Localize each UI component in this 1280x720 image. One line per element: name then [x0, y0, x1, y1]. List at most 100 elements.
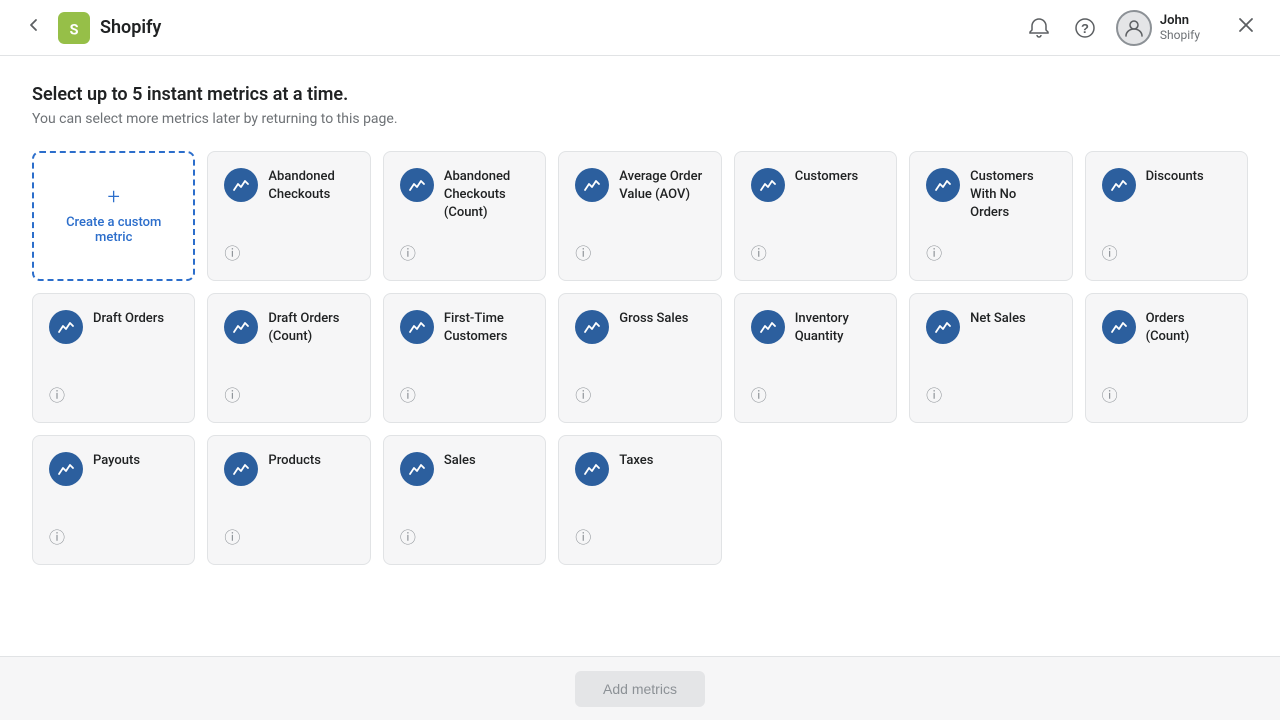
- metric-icon: [400, 168, 434, 202]
- metric-card-draft-orders[interactable]: Draft Orders ⓘ: [32, 293, 195, 423]
- metric-icon: [751, 310, 785, 344]
- info-icon[interactable]: ⓘ: [400, 524, 416, 548]
- metric-card-gross-sales[interactable]: Gross Sales ⓘ: [558, 293, 721, 423]
- metric-card-top: Draft Orders: [49, 310, 178, 344]
- metric-card-discounts[interactable]: Discounts ⓘ: [1085, 151, 1248, 281]
- metric-card-bottom: ⓘ: [1102, 240, 1231, 264]
- metric-card-bottom: ⓘ: [224, 240, 353, 264]
- metric-card-abandoned-checkouts-count[interactable]: Abandoned Checkouts (Count) ⓘ: [383, 151, 546, 281]
- question-circle-icon: ?: [1074, 17, 1096, 39]
- metric-icon: [575, 452, 609, 486]
- metric-icon: [49, 452, 83, 486]
- metric-name: Average Order Value (AOV): [619, 168, 704, 204]
- create-custom-metric-card[interactable]: + Create a custom metric: [32, 151, 195, 281]
- app-name: Shopify: [100, 17, 161, 38]
- chevron-left-icon: [24, 15, 44, 35]
- info-icon[interactable]: ⓘ: [224, 240, 240, 264]
- metric-card-products[interactable]: Products ⓘ: [207, 435, 370, 565]
- metric-name: Products: [268, 452, 353, 470]
- metric-icon: [224, 452, 258, 486]
- info-icon[interactable]: ⓘ: [575, 382, 591, 406]
- metric-card-top: Customers With No Orders: [926, 168, 1055, 223]
- metric-card-draft-orders-count[interactable]: Draft Orders (Count) ⓘ: [207, 293, 370, 423]
- metric-card-customers-no-orders[interactable]: Customers With No Orders ⓘ: [909, 151, 1072, 281]
- info-icon[interactable]: ⓘ: [575, 524, 591, 548]
- page-title: Select up to 5 instant metrics at a time…: [32, 84, 1248, 105]
- metric-name: Discounts: [1146, 168, 1231, 186]
- metric-card-bottom: ⓘ: [751, 240, 880, 264]
- user-name: John: [1160, 13, 1200, 29]
- info-icon[interactable]: ⓘ: [224, 382, 240, 406]
- metric-card-bottom: ⓘ: [224, 382, 353, 406]
- metric-card-inventory-quantity[interactable]: Inventory Quantity ⓘ: [734, 293, 897, 423]
- back-button[interactable]: [20, 11, 48, 44]
- info-icon[interactable]: ⓘ: [224, 524, 240, 548]
- metrics-grid: + Create a custom metric Abandoned Check…: [32, 151, 1248, 565]
- metric-card-net-sales[interactable]: Net Sales ⓘ: [909, 293, 1072, 423]
- metric-name: Sales: [444, 452, 529, 470]
- page-footer: Add metrics: [0, 656, 1280, 720]
- metric-card-top: Gross Sales: [575, 310, 704, 344]
- close-icon: [1236, 15, 1256, 35]
- metric-card-sales[interactable]: Sales ⓘ: [383, 435, 546, 565]
- metric-card-bottom: ⓘ: [49, 382, 178, 406]
- metric-card-bottom: ⓘ: [1102, 382, 1231, 406]
- metric-icon: [224, 310, 258, 344]
- metric-icon: [1102, 310, 1136, 344]
- user-menu[interactable]: John Shopify: [1116, 10, 1200, 46]
- metric-name: Orders (Count): [1146, 310, 1231, 346]
- metric-name: Draft Orders: [93, 310, 178, 328]
- metric-card-top: Net Sales: [926, 310, 1055, 344]
- metric-card-top: Taxes: [575, 452, 704, 486]
- metric-name: First-Time Customers: [444, 310, 529, 346]
- info-icon[interactable]: ⓘ: [400, 382, 416, 406]
- metric-card-payouts[interactable]: Payouts ⓘ: [32, 435, 195, 565]
- app-header: S Shopify ? John Sho: [0, 0, 1280, 56]
- metric-card-top: First-Time Customers: [400, 310, 529, 346]
- metric-icon: [224, 168, 258, 202]
- metric-icon: [575, 168, 609, 202]
- info-icon[interactable]: ⓘ: [926, 382, 942, 406]
- info-icon[interactable]: ⓘ: [926, 240, 942, 264]
- user-shop: Shopify: [1160, 28, 1200, 42]
- metric-card-top: Abandoned Checkouts: [224, 168, 353, 204]
- user-avatar: [1116, 10, 1152, 46]
- info-icon[interactable]: ⓘ: [751, 240, 767, 264]
- metric-card-taxes[interactable]: Taxes ⓘ: [558, 435, 721, 565]
- metric-card-bottom: ⓘ: [926, 382, 1055, 406]
- bell-icon: [1028, 17, 1050, 39]
- add-metrics-button[interactable]: Add metrics: [575, 671, 705, 707]
- metric-card-bottom: ⓘ: [575, 382, 704, 406]
- info-icon[interactable]: ⓘ: [1102, 382, 1118, 406]
- metric-card-top: Average Order Value (AOV): [575, 168, 704, 204]
- info-icon[interactable]: ⓘ: [1102, 240, 1118, 264]
- metric-card-customers[interactable]: Customers ⓘ: [734, 151, 897, 281]
- metric-card-orders-count[interactable]: Orders (Count) ⓘ: [1085, 293, 1248, 423]
- info-icon[interactable]: ⓘ: [400, 240, 416, 264]
- main-content: Select up to 5 instant metrics at a time…: [0, 56, 1280, 656]
- metric-icon: [49, 310, 83, 344]
- info-icon[interactable]: ⓘ: [575, 240, 591, 264]
- close-button[interactable]: [1232, 11, 1260, 45]
- metric-name: Draft Orders (Count): [268, 310, 353, 346]
- info-icon[interactable]: ⓘ: [751, 382, 767, 406]
- help-button[interactable]: ?: [1070, 13, 1100, 43]
- metric-name: Taxes: [619, 452, 704, 470]
- info-icon[interactable]: ⓘ: [49, 524, 65, 548]
- metric-card-bottom: ⓘ: [400, 524, 529, 548]
- metric-card-abandoned-checkouts[interactable]: Abandoned Checkouts ⓘ: [207, 151, 370, 281]
- metric-card-average-order-value[interactable]: Average Order Value (AOV) ⓘ: [558, 151, 721, 281]
- metric-card-top: Draft Orders (Count): [224, 310, 353, 346]
- create-custom-label: Create a custom metric: [50, 215, 177, 245]
- metric-card-top: Discounts: [1102, 168, 1231, 202]
- metric-icon: [1102, 168, 1136, 202]
- metric-name: Gross Sales: [619, 310, 704, 328]
- metric-card-top: Orders (Count): [1102, 310, 1231, 346]
- info-icon[interactable]: ⓘ: [49, 382, 65, 406]
- metric-card-bottom: ⓘ: [575, 240, 704, 264]
- metric-card-top: Customers: [751, 168, 880, 202]
- page-subtitle: You can select more metrics later by ret…: [32, 111, 1248, 127]
- notifications-button[interactable]: [1024, 13, 1054, 43]
- metric-card-first-time-customers[interactable]: First-Time Customers ⓘ: [383, 293, 546, 423]
- metric-name: Payouts: [93, 452, 178, 470]
